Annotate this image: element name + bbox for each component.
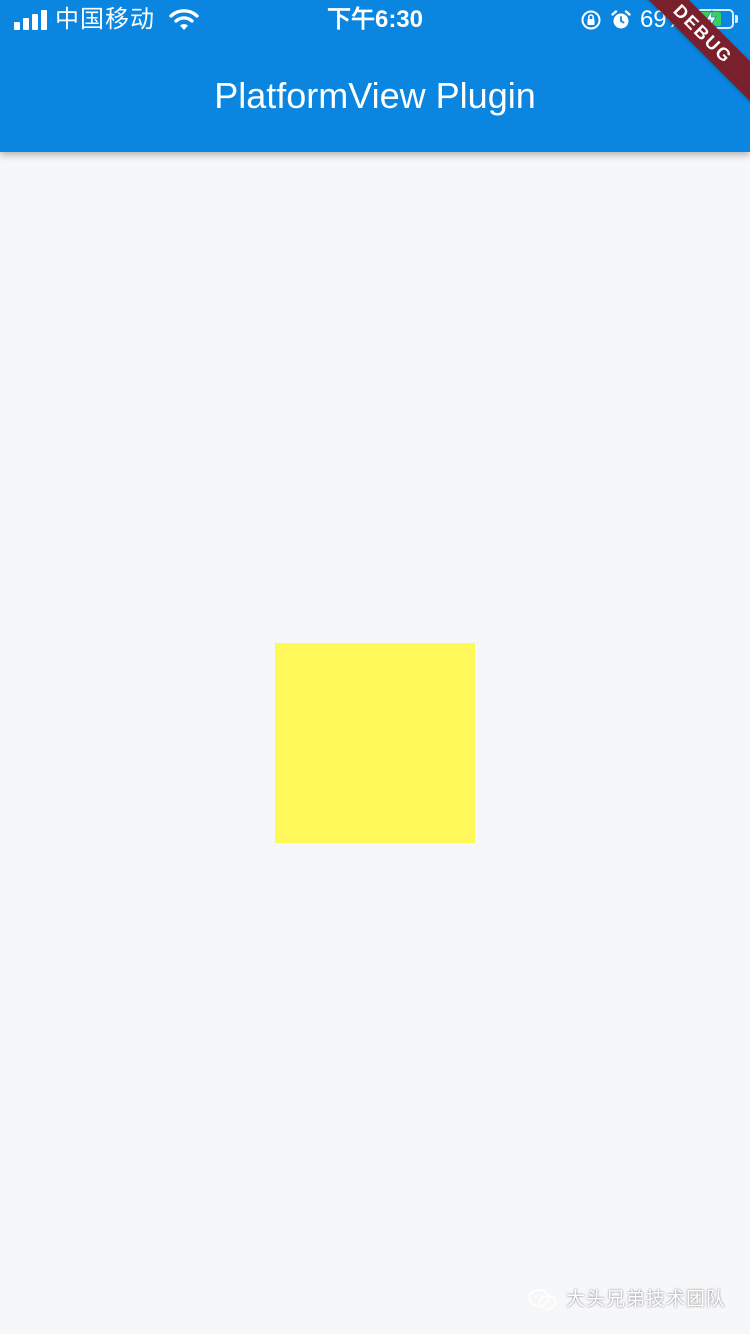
watermark: 大头兄弟技术团队 bbox=[528, 1288, 726, 1312]
app-header: 中国移动 下午6:30 69% PlatformView Plugin DEBU… bbox=[0, 0, 750, 152]
page-title: PlatformView Plugin bbox=[214, 75, 536, 116]
wechat-icon bbox=[528, 1289, 557, 1310]
alarm-icon bbox=[611, 10, 631, 29]
watermark-text: 大头兄弟技术团队 bbox=[565, 1289, 726, 1310]
status-bar: 中国移动 下午6:30 69% bbox=[0, 0, 750, 40]
orientation-lock-icon bbox=[581, 10, 601, 30]
platform-view bbox=[275, 643, 475, 843]
